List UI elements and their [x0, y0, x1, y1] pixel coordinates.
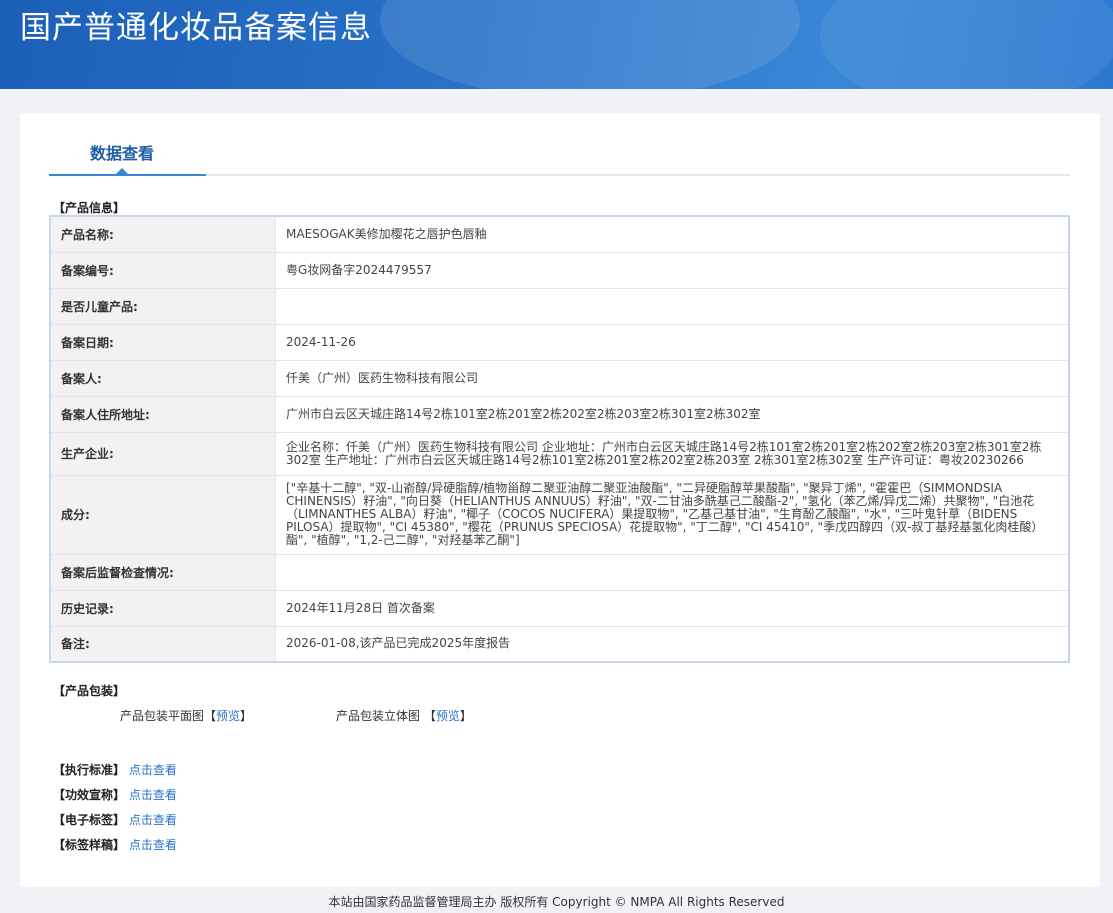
standard-view-link[interactable]: 点击查看 — [129, 763, 177, 777]
info-value — [275, 288, 1069, 325]
info-label: 备案人: — [50, 360, 276, 397]
packaging-solid-preview-link[interactable]: 预览 — [436, 709, 460, 723]
info-row: 成分: ["辛基十二醇", "双-山嵛醇/异硬脂醇/植物甾醇二聚亚油醇二聚亚油酸酯… — [50, 475, 1069, 555]
info-value: 2026-01-08,该产品已完成2025年度报告 — [275, 626, 1069, 663]
label-sample-row: 【标签样稿】 点击查看 — [53, 836, 177, 853]
footer-copyright: 本站由国家药品监督管理局主办 版权所有 Copyright © NMPA All… — [328, 895, 785, 909]
info-value: MAESOGAK美修加樱花之唇护色唇釉 — [275, 216, 1069, 253]
info-row: 是否儿童产品: — [50, 288, 1069, 325]
info-label: 备案后监督检查情况: — [50, 554, 276, 591]
info-row: 备案后监督检查情况: — [50, 554, 1069, 591]
content-card: 数据查看 【产品信息】 产品名称: MAESOGAK美修加樱花之唇护色唇釉 备案编号… — [20, 113, 1100, 887]
packaging-flat-preview-link[interactable]: 预览 — [216, 709, 240, 723]
info-row: 产品名称: MAESOGAK美修加樱花之唇护色唇釉 — [50, 216, 1069, 253]
e-label-view-link[interactable]: 点击查看 — [129, 813, 177, 827]
packaging-title: 【产品包装】 — [53, 684, 126, 698]
efficacy-view-link[interactable]: 点击查看 — [129, 788, 177, 802]
info-row: 生产企业: 企业名称：仟美（广州）医药生物科技有限公司 企业地址：广州市白云区天城… — [50, 432, 1069, 476]
info-row: 历史记录: 2024年11月28日 首次备案 — [50, 590, 1069, 627]
info-label: 备案人住所地址: — [50, 396, 276, 433]
packaging-flat-label: 产品包装平面图 — [120, 709, 205, 723]
tab-active-indicator — [49, 174, 206, 176]
info-row: 备案编号: 粤G妆网备字2024479557 — [50, 252, 1069, 289]
e-label-label: 【电子标签】 — [53, 813, 126, 827]
info-row: 备注: 2026-01-08,该产品已完成2025年度报告 — [50, 626, 1069, 663]
info-label: 备案日期: — [50, 324, 276, 361]
info-label: 是否儿童产品: — [50, 288, 276, 325]
info-row: 备案人住所地址: 广州市白云区天城庄路14号2栋101室2栋201室2栋202室2… — [50, 396, 1069, 433]
standard-label: 【执行标准】 — [53, 763, 126, 777]
header-banner: 国产普通化妆品备案信息 — [0, 0, 1113, 89]
info-value: 仟美（广州）医药生物科技有限公司 — [275, 360, 1069, 397]
packaging-solid-label: 产品包装立体图 — [336, 709, 421, 723]
info-value: 2024年11月28日 首次备案 — [275, 590, 1069, 627]
label-sample-view-link[interactable]: 点击查看 — [129, 838, 177, 852]
product-info-title: 【产品信息】 — [53, 201, 126, 215]
tab-caret-icon — [116, 168, 128, 174]
info-label: 生产企业: — [50, 432, 276, 476]
page-title: 国产普通化妆品备案信息 — [20, 10, 372, 46]
packaging-flat: 产品包装平面图【预览】 — [120, 709, 253, 723]
info-label: 产品名称: — [50, 216, 276, 253]
efficacy-row: 【功效宣称】 点击查看 — [53, 786, 177, 803]
tab-data-view[interactable]: 数据查看 — [90, 140, 154, 164]
info-value: ["辛基十二醇", "双-山嵛醇/异硬脂醇/植物甾醇二聚亚油醇二聚亚油酸酯", … — [275, 475, 1069, 555]
info-label: 备案编号: — [50, 252, 276, 289]
packaging-solid: 产品包装立体图 【预览】 — [336, 709, 472, 723]
info-value: 粤G妆网备字2024479557 — [275, 252, 1069, 289]
info-label: 历史记录: — [50, 590, 276, 627]
info-row: 备案人: 仟美（广州）医药生物科技有限公司 — [50, 360, 1069, 397]
product-info-table: 产品名称: MAESOGAK美修加樱花之唇护色唇釉 备案编号: 粤G妆网备字20244… — [49, 215, 1070, 663]
info-value: 企业名称：仟美（广州）医药生物科技有限公司 企业地址：广州市白云区天城庄路14号… — [275, 432, 1069, 476]
info-row: 备案日期: 2024-11-26 — [50, 324, 1069, 361]
info-value: 广州市白云区天城庄路14号2栋101室2栋201室2栋202室2栋203室2栋3… — [275, 396, 1069, 433]
efficacy-label: 【功效宣称】 — [53, 788, 126, 802]
label-sample-label: 【标签样稿】 — [53, 838, 126, 852]
e-label-row: 【电子标签】 点击查看 — [53, 811, 177, 828]
info-value — [275, 554, 1069, 591]
info-label: 成分: — [50, 475, 276, 555]
info-label: 备注: — [50, 626, 276, 663]
standard-row: 【执行标准】 点击查看 — [53, 761, 177, 778]
info-value: 2024-11-26 — [275, 324, 1069, 361]
